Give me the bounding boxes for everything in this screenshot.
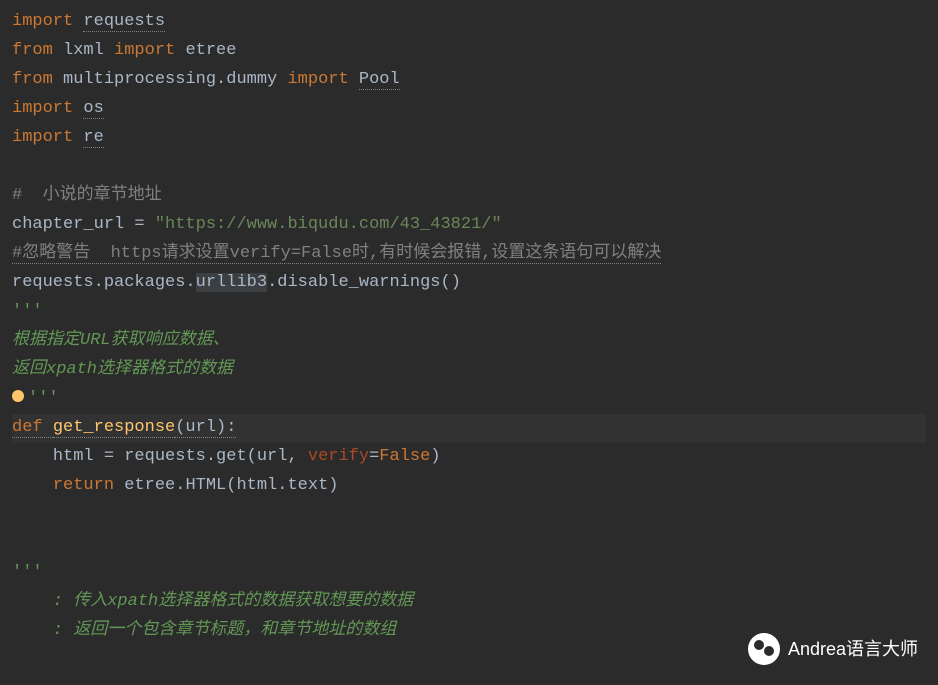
code-line-11[interactable]: ''' <box>12 298 926 327</box>
code-line-blank-1[interactable] <box>12 153 926 182</box>
module-lxml: lxml <box>63 41 104 60</box>
module-re: re <box>83 128 103 148</box>
module-os: os <box>83 99 103 119</box>
keyword-import: import <box>287 70 348 89</box>
hint-icon[interactable] <box>12 390 24 402</box>
code-line-16[interactable]: html = requests.get(url, verify=False) <box>12 443 926 472</box>
code-line-9[interactable]: #忽略警告 https请求设置verify=False时,有时候会报错,设置这条… <box>12 240 926 269</box>
code-line-3[interactable]: from multiprocessing.dummy import Pool <box>12 66 926 95</box>
module-multiprocessing: multiprocessing.dummy <box>63 70 277 89</box>
code-line-7[interactable]: # 小说的章节地址 <box>12 182 926 211</box>
name-pool: Pool <box>359 70 400 90</box>
code-line-12[interactable]: 根据指定URL获取响应数据、 <box>12 327 926 356</box>
code-line-10[interactable]: requests.packages.urllib3.disable_warnin… <box>12 269 926 298</box>
literal-false: False <box>379 447 430 466</box>
var-html: html <box>53 447 94 466</box>
comment-warning: #忽略警告 https请求设置verify=False时,有时候会报错,设置这条… <box>12 244 661 264</box>
keyword-def: def <box>12 418 53 438</box>
code-editor[interactable]: import requests from lxml import etree f… <box>12 8 926 646</box>
code-line-14[interactable]: ''' <box>12 385 926 414</box>
module-requests: requests <box>83 12 165 32</box>
watermark: Andrea语言大师 <box>748 633 918 665</box>
code-line-20[interactable]: ''' <box>12 559 926 588</box>
string-url: "https://www.biqudu.com/43_43821/" <box>155 215 502 234</box>
code-line-8[interactable]: chapter_url = "https://www.biqudu.com/43… <box>12 211 926 240</box>
keyword-import: import <box>12 12 73 31</box>
keyword-import: import <box>114 41 175 60</box>
urllib3: urllib3 <box>196 273 267 292</box>
code-line-2[interactable]: from lxml import etree <box>12 37 926 66</box>
watermark-text: Andrea语言大师 <box>788 634 918 665</box>
code-line-13[interactable]: 返回xpath选择器格式的数据 <box>12 356 926 385</box>
docstring-text-4: : 返回一个包含章节标题，和章节地址的数组 <box>12 621 396 640</box>
func-get-response: get_response <box>53 418 175 438</box>
name-etree: etree <box>185 41 236 60</box>
docstring-text-1: 根据指定URL获取响应数据、 <box>12 331 230 350</box>
code-line-1[interactable]: import requests <box>12 8 926 37</box>
keyword-from: from <box>12 41 53 60</box>
var-chapter-url: chapter_url <box>12 215 124 234</box>
code-line-21[interactable]: : 传入xpath选择器格式的数据获取想要的数据 <box>12 588 926 617</box>
wechat-icon <box>748 633 780 665</box>
code-line-4[interactable]: import os <box>12 95 926 124</box>
docstring-close: ''' <box>28 389 59 408</box>
code-line-blank-3[interactable] <box>12 530 926 559</box>
kwarg-verify: verify <box>308 447 369 466</box>
docstring-text-3: : 传入xpath选择器格式的数据获取想要的数据 <box>12 592 413 611</box>
keyword-import: import <box>12 99 73 118</box>
docstring-text-2: 返回xpath选择器格式的数据 <box>12 360 233 379</box>
keyword-from: from <box>12 70 53 89</box>
code-line-17[interactable]: return etree.HTML(html.text) <box>12 472 926 501</box>
comment-chapter: # 小说的章节地址 <box>12 186 162 205</box>
code-line-5[interactable]: import re <box>12 124 926 153</box>
docstring-open: ''' <box>12 302 43 321</box>
code-line-15[interactable]: def get_response(url): <box>12 414 926 443</box>
docstring-open-2: ''' <box>12 563 43 582</box>
keyword-return: return <box>53 476 124 495</box>
keyword-import: import <box>12 128 73 147</box>
code-line-blank-2[interactable] <box>12 501 926 530</box>
